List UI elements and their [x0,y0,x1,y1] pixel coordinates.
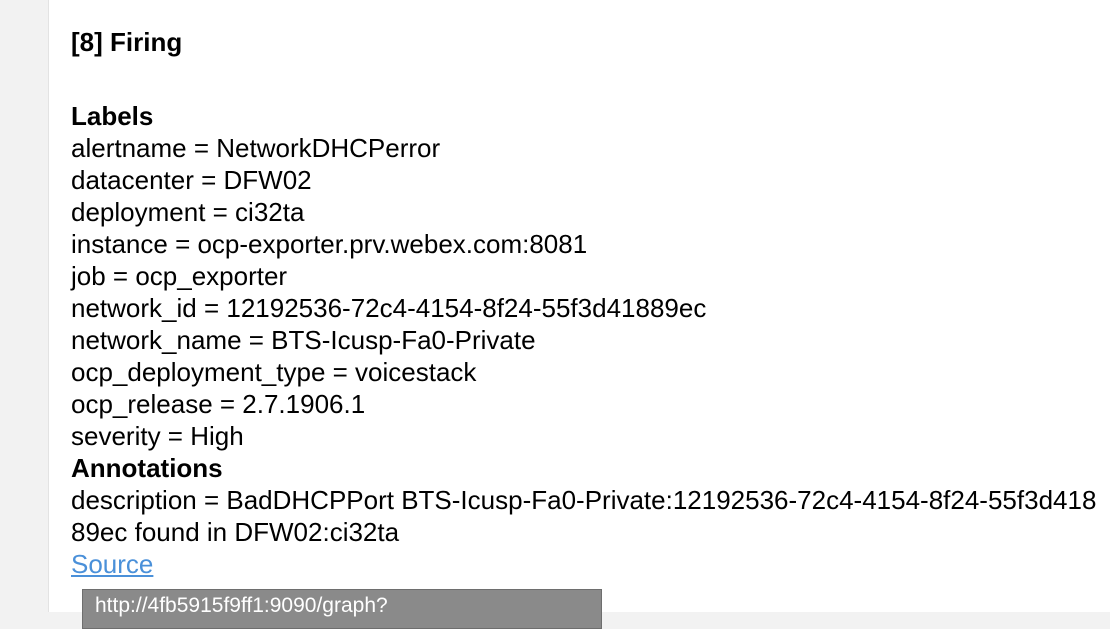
alert-details: Labels alertname = NetworkDHCPerror data… [71,100,1101,580]
label-datacenter: datacenter = DFW02 [71,165,312,195]
label-severity: severity = High [71,421,244,451]
label-ocp-release: ocp_release = 2.7.1906.1 [71,389,366,419]
alert-header: [8] Firing [71,27,183,57]
label-alertname: alertname = NetworkDHCPerror [71,133,441,163]
label-job: job = ocp_exporter [71,261,288,291]
left-gutter [0,0,48,612]
source-row: Source [71,548,1101,580]
source-link[interactable]: Source [71,549,153,579]
annotations-heading: Annotations [71,453,223,483]
label-deployment: deployment = ci32ta [71,197,305,227]
label-network-name: network_name = BTS-Icusp-Fa0-Private [71,325,536,355]
link-url-tooltip: http://4fb5915f9ff1:9090/graph? [82,589,602,629]
label-instance: instance = ocp-exporter.prv.webex.com:80… [71,229,588,259]
label-ocp-deployment-type: ocp_deployment_type = voicestack [71,357,477,387]
annotation-description: description = BadDHCPPort BTS-Icusp-Fa0-… [71,485,1097,547]
label-network-id: network_id = 12192536-72c4-4154-8f24-55f… [71,293,707,323]
alert-email-body: [8] Firing Labels alertname = NetworkDHC… [48,0,1110,612]
labels-heading: Labels [71,101,154,131]
